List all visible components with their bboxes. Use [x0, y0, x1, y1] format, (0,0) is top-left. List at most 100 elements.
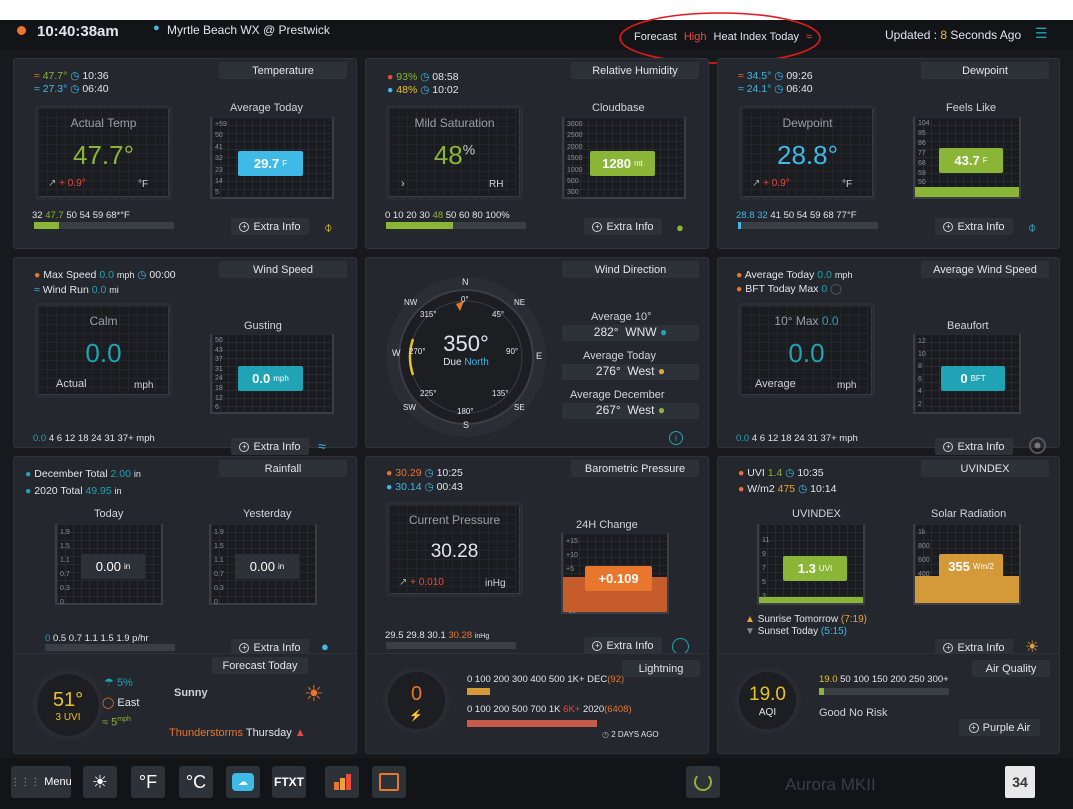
- deg-45: 45°: [492, 310, 505, 319]
- scale-tick: 0.3: [214, 585, 224, 592]
- scale-tick: +59: [215, 121, 227, 128]
- hum-max: ● 93% ◷ 08:58: [387, 71, 459, 83]
- uv-badge: 1.3 UVI: [783, 556, 847, 581]
- wind-direction-panel: Wind Direction N NE E SE S SW W NW 0° 45…: [365, 257, 709, 448]
- calendar-icon: [379, 773, 399, 791]
- solar-title: Solar Radiation: [931, 508, 1007, 520]
- scale-tick: 6: [215, 404, 219, 412]
- hum-scale-ticks: 0 10 20 30 48 50 60 80 100%: [385, 210, 510, 221]
- solar-badge: 355 Wm/2: [939, 554, 1003, 579]
- scale-tick: 59: [918, 169, 926, 177]
- yesterday-title: Yesterday: [243, 508, 292, 520]
- cloudbase-badge: 1280 mt: [590, 151, 655, 176]
- sub-title: Average Today: [230, 102, 303, 114]
- avg-wind-display: 10° Max 0.0 0.0 Average mph: [738, 303, 875, 398]
- scale-tick: 10: [918, 350, 926, 358]
- tank-scale: 119753: [762, 534, 769, 604]
- cloudbase-tank: 3000 2500 2000 1500 1000 500 300 1280 mt: [562, 117, 686, 199]
- compass-s: S: [463, 420, 470, 430]
- rain-drop-icon: ●: [321, 639, 329, 654]
- pressure-unit: inHg: [485, 578, 506, 589]
- pressure-trend: ↗ + 0.010: [399, 577, 444, 588]
- celsius-button[interactable]: °C: [179, 766, 213, 798]
- calendar-date-button[interactable]: 34: [1005, 766, 1035, 798]
- pressure-change-tank: +15+10+50-5-10 +0.109: [561, 533, 669, 615]
- scale-tick: 86: [918, 139, 926, 147]
- aqi-bar: [819, 688, 949, 695]
- top-bar: 10:40:38am ● Myrtle Beach WX @ Prestwick…: [0, 12, 1073, 64]
- air-quality-panel: Air Quality 19.0 AQI 19.0 50 100 150 200…: [717, 653, 1060, 754]
- scale-tick: 600: [918, 557, 930, 564]
- aqi-unit: AQI: [758, 707, 777, 718]
- scale-tick: 31: [215, 365, 223, 373]
- scale-tick: 24: [215, 375, 223, 383]
- calendar-button[interactable]: [372, 766, 406, 798]
- hum-value: 48%: [433, 140, 476, 170]
- dec-total: ● December Total 2.00 in: [25, 468, 141, 480]
- gust-badge: 0.0 mph: [238, 366, 303, 391]
- station-name[interactable]: Myrtle Beach WX @ Prestwick: [167, 23, 330, 37]
- extra-info-button[interactable]: + Extra Info: [231, 438, 309, 455]
- extra-info-button[interactable]: + Extra Info: [584, 637, 662, 654]
- menu-button[interactable]: ⋮⋮⋮ Menu: [10, 766, 72, 798]
- sub-title: Gusting: [244, 320, 282, 332]
- sunset: ▼ Sunset Today (5:15): [745, 626, 848, 637]
- extra-info-button[interactable]: + Extra Info: [935, 438, 1013, 455]
- scale-tick: +15: [566, 538, 578, 545]
- scale-tick: 12: [918, 338, 926, 345]
- deg-180: 180°: [457, 407, 474, 416]
- humidity-drop-icon: ●: [676, 220, 684, 235]
- weather-button[interactable]: ☁: [226, 766, 260, 798]
- sunrise: ▲ Sunrise Tomorrow (7:19): [745, 614, 867, 625]
- display-label: Dewpoint: [782, 116, 833, 130]
- dew-min: ≈ 24.1° ◷ 06:40: [738, 83, 813, 95]
- sub-title: Beaufort: [947, 320, 989, 332]
- tank-scale: 1.9 1.5 1.1 0.7 0.3 0: [60, 526, 70, 610]
- panel-title: Average Wind Speed: [921, 261, 1049, 278]
- scale-tick: 1.5: [60, 543, 70, 550]
- display-label: Mild Saturation: [414, 116, 495, 130]
- scale-tick: 11: [762, 537, 770, 544]
- panel-title: Air Quality: [972, 660, 1050, 677]
- wind-dir-due: Due North: [443, 357, 489, 368]
- panel-title: Temperature: [219, 62, 347, 79]
- extra-info-button[interactable]: + Extra Info: [231, 218, 309, 235]
- feels-like-badge: 43.7 F: [939, 148, 1003, 173]
- scale-tick: 2000: [567, 143, 583, 151]
- extra-info-button[interactable]: + Extra Info: [584, 218, 662, 235]
- thermometer-icon: ⌽: [323, 219, 333, 235]
- scale-tick: 7: [762, 565, 766, 572]
- ftxt-button[interactable]: FTXT: [272, 766, 306, 798]
- fahrenheit-button[interactable]: °F: [131, 766, 165, 798]
- sun-theme-button[interactable]: ☀: [83, 766, 117, 798]
- scale-tick: 37: [215, 356, 223, 364]
- info-icon[interactable]: i: [669, 431, 683, 445]
- rain-today-tank: 1.9 1.5 1.1 0.7 0.3 0 0.00 in: [55, 524, 163, 606]
- lightning-year: 0 100 200 500 700 1K 6K+ 2020(6408): [467, 704, 632, 715]
- rain-scale-ticks: 0 0.5 0.7 1.1 1.5 1.9 p/hr: [45, 633, 149, 644]
- charts-button[interactable]: [325, 766, 359, 798]
- deg-135: 135°: [492, 389, 509, 398]
- scale-tick: 5: [215, 189, 219, 197]
- temp-display: Actual Temp 47.7° ↗ + 0.9° °F: [35, 105, 172, 200]
- scale-tick: 0: [214, 599, 218, 606]
- scale-tick: 1.9: [60, 529, 70, 536]
- panel-title: Rainfall: [219, 460, 347, 477]
- refresh-icon: [694, 773, 712, 791]
- compass-se: SE: [514, 403, 525, 412]
- scale-tick: 23: [215, 166, 223, 174]
- scale-tick: 1k: [918, 529, 926, 536]
- scale-tick: 32: [215, 155, 223, 163]
- scale-tick: 77: [918, 149, 926, 157]
- avgtoday-label: Average Today: [583, 350, 656, 362]
- panel-title: Forecast Today: [212, 657, 308, 674]
- hum-unit: RH: [489, 179, 504, 190]
- sub-title: Cloudbase: [592, 102, 645, 114]
- refresh-button[interactable]: [686, 766, 720, 798]
- purple-air-button[interactable]: + Purple Air: [959, 719, 1040, 736]
- dew-trend: ↗ + 0.9°: [752, 178, 790, 189]
- extra-info-button[interactable]: + Extra Info: [935, 218, 1013, 235]
- pressure-bar: [386, 642, 516, 649]
- scale-tick: 18: [215, 384, 223, 392]
- aqi-ticks: 19.0 50 100 150 200 250 300+: [819, 674, 949, 685]
